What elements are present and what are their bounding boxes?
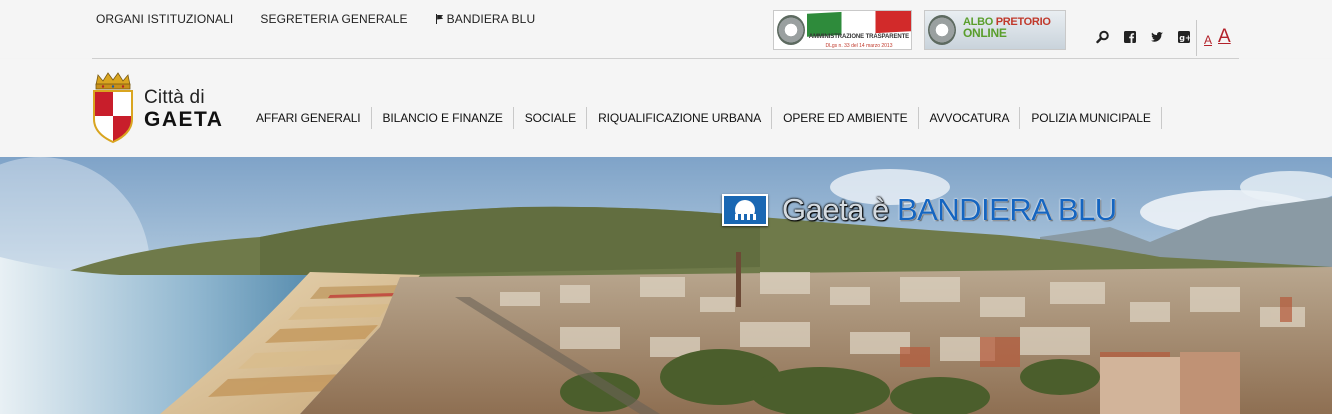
svg-text:g+: g+ xyxy=(1179,34,1191,43)
flag-icon xyxy=(435,14,444,24)
top-bar: ORGANI ISTITUZIONALI SEGRETERIA GENERALE… xyxy=(0,0,1332,58)
nav-riqualificazione-urbana[interactable]: RIQUALIFICAZIONE URBANA xyxy=(587,107,773,129)
nav-affari-generali[interactable]: AFFARI GENERALI xyxy=(245,107,372,129)
twitter-icon[interactable] xyxy=(1150,30,1164,44)
main-header: Città di GAETA AFFARI GENERALI BILANCIO … xyxy=(0,59,1332,157)
social-icons: g+ xyxy=(1096,30,1191,44)
top-link-segreteria-generale[interactable]: SEGRETERIA GENERALE xyxy=(260,12,407,26)
font-size-small-button[interactable]: A xyxy=(1204,33,1212,47)
nav-avvocatura[interactable]: AVVOCATURA xyxy=(919,107,1021,129)
italian-flag-icon xyxy=(807,11,911,37)
logo-prefix: Città di xyxy=(144,87,205,108)
facebook-icon[interactable] xyxy=(1123,30,1137,44)
main-navigation: AFFARI GENERALI BILANCIO E FINANZE SOCIA… xyxy=(245,107,1162,129)
hero-panorama-image xyxy=(0,157,1332,414)
albo-pretorio-banner[interactable]: ALBO PRETORIO ONLINE xyxy=(924,10,1066,50)
top-links: ORGANI ISTITUZIONALI SEGRETERIA GENERALE… xyxy=(96,12,535,26)
nav-opere-ed-ambiente[interactable]: OPERE ED AMBIENTE xyxy=(772,107,919,129)
nav-sociale[interactable]: SOCIALE xyxy=(514,107,588,129)
top-link-bandiera-blu[interactable]: BANDIERA BLU xyxy=(435,12,536,26)
hero-caption: Gaeta è BANDIERA BLU xyxy=(722,192,1117,228)
nav-bilancio-e-finanze[interactable]: BILANCIO E FINANZE xyxy=(372,107,514,129)
banner-title: AMMINISTRAZIONE TRASPARENTE xyxy=(808,34,910,40)
site-logo[interactable]: Città di GAETA xyxy=(92,71,242,147)
font-size-large-button[interactable]: A xyxy=(1218,26,1231,48)
nav-polizia-municipale[interactable]: POLIZIA MUNICIPALE xyxy=(1020,107,1162,129)
amministrazione-trasparente-banner[interactable]: AMMINISTRAZIONE TRASPARENTE DLgs n. 33 d… xyxy=(773,10,912,50)
gaeta-crest-icon xyxy=(93,72,133,144)
bandiera-blu-flag-icon xyxy=(722,194,768,226)
hero-banner[interactable]: Gaeta è BANDIERA BLU xyxy=(0,157,1332,414)
search-icon[interactable] xyxy=(1096,30,1110,44)
italian-republic-emblem-icon xyxy=(777,15,805,45)
divider xyxy=(1196,20,1197,56)
banner-subtitle: DLgs n. 33 del 14 marzo 2013 xyxy=(825,43,893,49)
logo-city-name: GAETA xyxy=(144,108,224,131)
italian-republic-emblem-icon xyxy=(928,15,956,45)
top-link-organi-istituzionali[interactable]: ORGANI ISTITUZIONALI xyxy=(96,12,233,26)
hero-caption-text: Gaeta è BANDIERA BLU xyxy=(782,192,1117,227)
google-plus-icon[interactable]: g+ xyxy=(1177,30,1191,44)
albo-pretorio-label: ALBO PRETORIO ONLINE xyxy=(963,16,1051,40)
